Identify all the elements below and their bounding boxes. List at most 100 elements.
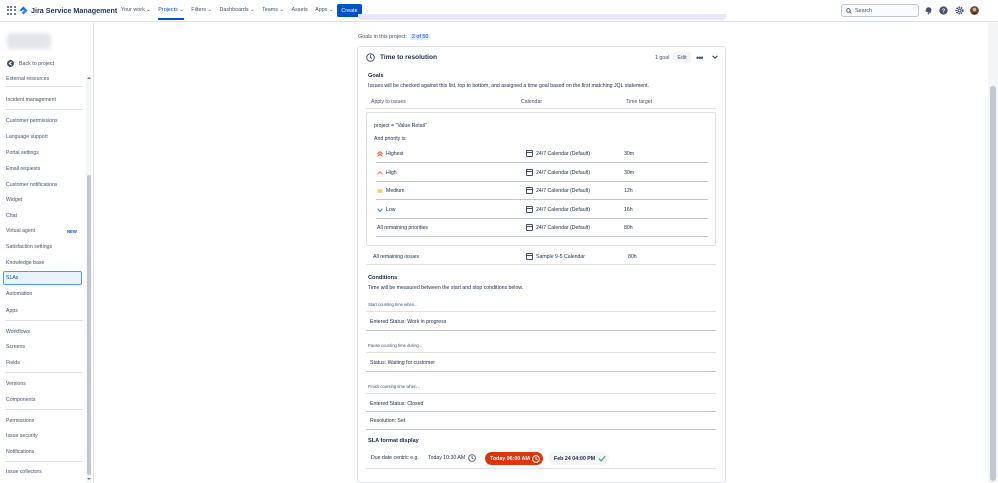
settings-gear-icon[interactable] xyxy=(955,6,964,15)
nav-projects[interactable]: Projects ⌄ xyxy=(158,7,184,20)
calendar-icon xyxy=(526,224,533,231)
sidebar-item-apps[interactable]: Apps xyxy=(6,308,18,314)
product-name: Jira Service Management xyxy=(31,6,118,15)
sidebar-item-knowledge-base[interactable]: Knowledge base xyxy=(6,260,44,266)
scroll-down-arrow-icon[interactable] xyxy=(87,477,91,481)
sidebar-item-portal-settings[interactable]: Portal settings xyxy=(6,150,39,156)
nav-assets[interactable]: Assets xyxy=(291,7,307,20)
clock-icon xyxy=(468,454,476,462)
sidebar-item-permissions[interactable]: Permissions xyxy=(6,418,34,424)
sidebar-item-email-requests[interactable]: Email requests xyxy=(6,166,40,172)
page-scrollbar[interactable] xyxy=(988,23,998,483)
nav-apps[interactable]: Apps ⌄ xyxy=(315,7,333,20)
clock-icon xyxy=(366,53,375,62)
time-target: 16h xyxy=(624,207,633,213)
breached-sla-pill: Today 06:00 AM xyxy=(485,452,543,465)
sidebar-item-components[interactable]: Components xyxy=(6,397,35,403)
calendar-name: 24/7 Calendar (Default) xyxy=(536,151,590,157)
calendar-name: 24/7 Calendar (Default) xyxy=(536,207,590,213)
time-target: 80h xyxy=(628,254,637,260)
search-input[interactable] xyxy=(855,7,915,14)
app-switcher-icon[interactable] xyxy=(7,6,16,15)
sidebar-item-customer-notifications[interactable]: Customer notifications xyxy=(6,182,57,188)
priority-medium-icon xyxy=(377,189,383,193)
profile-avatar-icon[interactable] xyxy=(970,6,979,15)
time-target: 30m xyxy=(624,151,635,157)
sidebar-item-issue-collectors[interactable]: Issue collectors xyxy=(6,469,42,475)
conditions-heading: Conditions xyxy=(368,275,398,281)
sidebar-divider xyxy=(5,372,83,373)
start-condition-label: Start counting time when... xyxy=(368,302,418,307)
row-divider xyxy=(366,264,716,265)
column-calendar: Calendar xyxy=(521,99,543,105)
priority-highest-icon xyxy=(377,151,383,157)
help-icon[interactable]: ? xyxy=(939,6,948,15)
nav-teams[interactable]: Teams ⌄ xyxy=(262,7,284,20)
sidebar-item-automation[interactable]: Automation xyxy=(6,291,32,297)
calendar-name: 24/7 Calendar (Default) xyxy=(536,225,590,231)
start-condition-value: Entered Status: Work in progress xyxy=(370,319,447,325)
format-breached-example: Today 06:00 AM xyxy=(490,455,530,462)
calendar-icon xyxy=(526,169,533,176)
sidebar-item-satisfaction-settings[interactable]: Satisfaction settings xyxy=(6,244,52,250)
row-divider xyxy=(366,371,716,372)
sidebar-item-virtual-agent[interactable]: Virtual agent xyxy=(6,228,35,234)
and-priority-label: And priority is: xyxy=(374,136,407,142)
main-nav: Your work ⌄ Projects ⌄ Filters ⌄ Dashboa… xyxy=(121,7,341,20)
sidebar-item-widget[interactable]: Widget xyxy=(6,197,22,203)
sidebar-item-fields[interactable]: Fields xyxy=(6,360,20,366)
nav-your-work[interactable]: Your work ⌄ xyxy=(121,7,151,20)
sidebar-divider xyxy=(5,86,83,87)
calendar-name: Sample 9-5 Calendar xyxy=(536,254,586,260)
sidebar-divider xyxy=(5,409,83,410)
nav-filters[interactable]: Filters ⌄ xyxy=(191,7,212,20)
time-target: 12h xyxy=(624,188,633,194)
sidebar-item-versions[interactable]: Versions xyxy=(6,381,26,387)
jql-statement: project = "Value Retail" xyxy=(374,123,427,129)
goal-count: 1 goal xyxy=(655,55,670,61)
time-target: 80h xyxy=(624,225,633,231)
priority-label: Highest xyxy=(386,151,404,157)
svg-text:?: ? xyxy=(942,9,946,15)
row-divider xyxy=(376,218,708,219)
conditions-description: Time will be measured between the start … xyxy=(368,285,524,291)
sidebar-divider xyxy=(5,109,83,110)
page-scroll-thumb[interactable] xyxy=(990,86,996,481)
sidebar-scroll-thumb[interactable] xyxy=(87,175,91,475)
sidebar-item-external-resources[interactable]: External resources xyxy=(6,76,49,82)
row-divider xyxy=(376,181,708,182)
sidebar-item-workflows[interactable]: Workflows xyxy=(6,329,30,335)
priority-low-icon xyxy=(377,208,383,212)
sidebar-item-language-support[interactable]: Language support xyxy=(6,134,48,140)
calendar-name: 24/7 Calendar (Default) xyxy=(536,188,590,194)
all-remaining-issues-label: All remaining issues xyxy=(373,254,420,260)
sidebar-item-slas[interactable]: SLAs xyxy=(3,271,82,285)
sidebar-item-issue-security[interactable]: Issue security xyxy=(6,433,38,439)
sidebar-item-customer-permissions[interactable]: Customer permissions xyxy=(6,118,58,124)
sidebar-item-screens[interactable]: Screens xyxy=(6,344,25,350)
back-to-project-link[interactable]: Back to project xyxy=(7,60,54,67)
finish-condition-value: Resolution: Set xyxy=(370,418,406,424)
calendar-name: 24/7 Calendar (Default) xyxy=(536,170,590,176)
row-divider xyxy=(366,429,716,430)
goals-description: Issues will be checked against this list… xyxy=(368,83,649,89)
chevron-down-icon[interactable] xyxy=(711,53,719,61)
row-divider xyxy=(376,236,708,237)
format-heading: SLA format display xyxy=(368,438,419,444)
row-divider xyxy=(366,311,716,312)
search-box[interactable] xyxy=(841,4,919,17)
row-divider xyxy=(376,199,708,200)
back-label: Back to project xyxy=(19,60,55,67)
sidebar-item-notifications[interactable]: Notifications xyxy=(6,449,34,455)
row-divider xyxy=(366,330,716,331)
sidebar-scrollbar[interactable] xyxy=(86,75,92,483)
nav-dashboards[interactable]: Dashboards ⌄ xyxy=(220,7,255,20)
scroll-up-arrow-icon[interactable] xyxy=(87,76,91,80)
edit-button[interactable]: Edit xyxy=(673,52,691,63)
notifications-icon[interactable] xyxy=(924,6,933,15)
product-logo[interactable]: Jira Service Management xyxy=(19,6,117,15)
more-actions-icon[interactable]: ••• xyxy=(696,53,704,63)
sidebar-item-incident-management[interactable]: Incident management xyxy=(6,97,56,103)
sidebar-item-chat[interactable]: Chat xyxy=(6,213,17,219)
row-divider xyxy=(366,411,716,412)
